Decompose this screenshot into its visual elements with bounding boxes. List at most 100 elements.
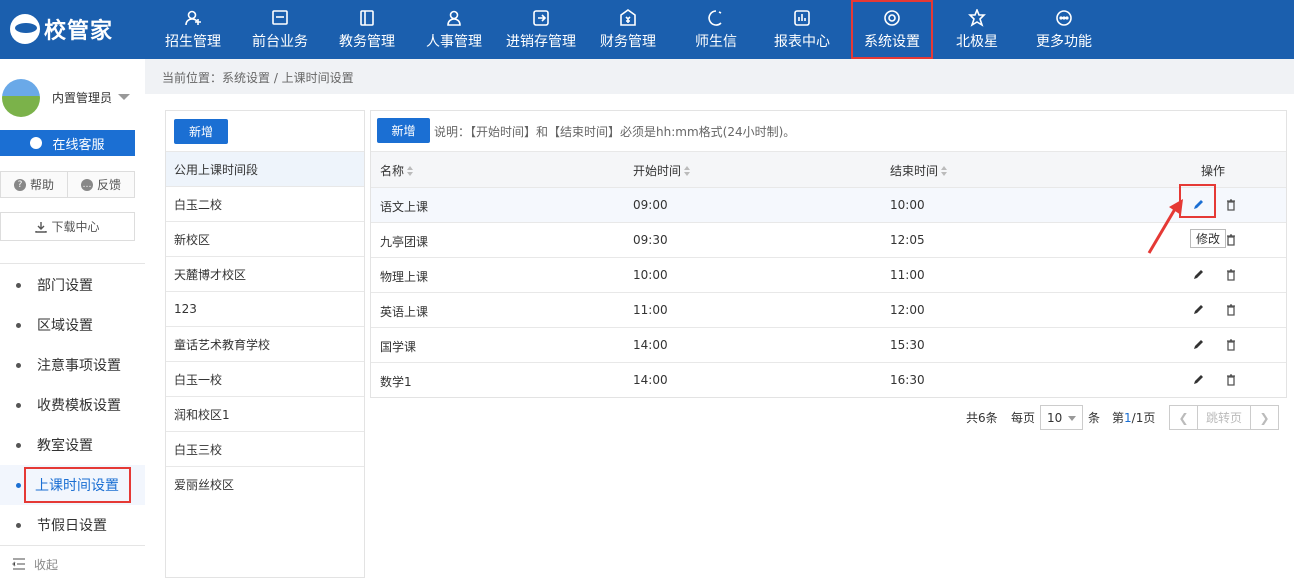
cell-end: 16:30	[890, 373, 925, 387]
nav-item-messaging[interactable]: 师生信	[686, 0, 746, 59]
list-item[interactable]: 白玉一校	[166, 361, 364, 396]
delete-icon[interactable]	[1224, 233, 1238, 247]
pointer-arrow-icon	[1147, 199, 1183, 254]
cell-name: 国学课	[380, 340, 417, 354]
collapse-label: 收起	[34, 557, 59, 572]
prev-page-button[interactable]: ❮	[1169, 405, 1198, 430]
next-page-button[interactable]: ❯	[1250, 405, 1279, 430]
user-name: 内置管理员	[52, 91, 113, 105]
table-header: 名称 开始时间 结束时间 操作	[371, 151, 1286, 187]
nav-item-hr[interactable]: 人事管理	[424, 0, 484, 59]
delete-icon[interactable]	[1224, 373, 1238, 387]
star-icon	[968, 8, 986, 27]
edit-tooltip: 修改	[1190, 229, 1226, 248]
nav-item-inventory[interactable]: 进销存管理	[503, 0, 579, 59]
sidebar-item-label: 收费模板设置	[37, 398, 121, 414]
person-icon	[445, 9, 463, 27]
cell-name: 九亭团课	[380, 235, 429, 249]
per-page-select[interactable]: 10	[1040, 405, 1083, 430]
chevron-down-icon[interactable]	[118, 94, 130, 100]
download-center-button[interactable]: 下载中心	[0, 212, 135, 241]
delete-icon[interactable]	[1224, 303, 1238, 317]
sidebar-item-notices[interactable]: 注意事项设置	[0, 345, 145, 385]
sidebar-item-class-time[interactable]: 上课时间设置	[0, 465, 145, 505]
nav-item-academic[interactable]: 教务管理	[337, 0, 397, 59]
sidebar-item-label: 上课时间设置	[24, 467, 131, 503]
nav-item-settings[interactable]: 系统设置	[851, 0, 933, 59]
column-name-header[interactable]: 名称	[380, 162, 414, 179]
feedback-label: 反馈	[96, 178, 121, 192]
brand-name: 校管家	[44, 19, 114, 44]
format-note: 说明：【开始时间】和【结束时间】必须是hh:mm格式(24小时制)。	[434, 125, 796, 139]
sidebar-item-region[interactable]: 区域设置	[0, 305, 145, 345]
nav-item-finance[interactable]: 财务管理	[598, 0, 658, 59]
cell-name: 英语上课	[380, 305, 429, 319]
nav-item-enrollment[interactable]: 招生管理	[163, 0, 223, 59]
delete-icon[interactable]	[1224, 268, 1238, 282]
sort-icon[interactable]	[407, 165, 414, 176]
list-item[interactable]: 新校区	[166, 221, 364, 256]
book-icon	[358, 9, 376, 27]
nav-label: 前台业务	[252, 33, 308, 50]
add-campus-button[interactable]: 新增	[174, 119, 228, 144]
list-item[interactable]: 123	[166, 291, 364, 326]
cell-name: 物理上课	[380, 270, 429, 284]
list-item[interactable]: 天麓博才校区	[166, 256, 364, 291]
per-page-label: 每页	[1011, 411, 1036, 425]
column-end-header[interactable]: 结束时间	[890, 162, 948, 179]
list-item[interactable]: 公用上课时间段	[166, 151, 364, 186]
nav-label: 教务管理	[339, 33, 395, 50]
add-time-button[interactable]: 新增	[377, 118, 430, 143]
brand-logo[interactable]: 校管家	[10, 12, 113, 46]
collapse-button[interactable]: 收起	[0, 545, 145, 582]
sidebar-item-label: 部门设置	[37, 278, 93, 294]
list-item[interactable]: 白玉二校	[166, 186, 364, 221]
sort-icon[interactable]	[684, 165, 691, 176]
jump-page-input[interactable]: 跳转页	[1197, 405, 1251, 430]
cell-start: 09:30	[633, 233, 668, 247]
user-profile[interactable]: 内置管理员	[0, 75, 145, 117]
nav-item-polaris[interactable]: 北极星	[954, 0, 1000, 59]
sidebar-item-department[interactable]: 部门设置	[0, 265, 145, 305]
column-ops-header: 操作	[1201, 164, 1226, 178]
breadcrumb: 当前位置：系统设置 / 上课时间设置	[162, 71, 354, 85]
nav-item-reports[interactable]: 报表中心	[772, 0, 832, 59]
edit-icon[interactable]	[1191, 373, 1205, 387]
nav-item-front-desk[interactable]: 前台业务	[250, 0, 310, 59]
total-count: 共6条	[966, 411, 998, 425]
delete-icon[interactable]	[1224, 338, 1238, 352]
sidebar-item-label: 区域设置	[37, 318, 93, 334]
collapse-icon	[12, 558, 25, 570]
chevron-right-icon: ❯	[1259, 410, 1270, 425]
header-label: 名称	[380, 164, 405, 178]
list-item[interactable]: 白玉三校	[166, 431, 364, 466]
feedback-button[interactable]: … 反馈	[67, 171, 135, 198]
chat-icon	[30, 137, 43, 149]
nav-item-more[interactable]: 更多功能	[1033, 0, 1095, 59]
list-item[interactable]: 润和校区1	[166, 396, 364, 431]
nav-label: 招生管理	[165, 33, 221, 50]
nav-label: 进销存管理	[506, 33, 576, 50]
list-item[interactable]: 爱丽丝校区	[166, 466, 364, 501]
online-service-label: 在线客服	[52, 137, 105, 153]
bullet-icon	[16, 482, 21, 488]
delete-icon[interactable]	[1224, 198, 1238, 212]
help-button[interactable]: ? 帮助	[0, 171, 68, 198]
edit-icon[interactable]	[1191, 338, 1205, 352]
sidebar-item-label: 注意事项设置	[37, 358, 121, 374]
bullet-icon	[16, 402, 21, 408]
nav-label: 师生信	[695, 33, 737, 50]
logo-icon	[10, 14, 40, 44]
download-label: 下载中心	[51, 220, 100, 234]
chevron-left-icon: ❮	[1178, 410, 1189, 425]
sort-icon[interactable]	[941, 165, 948, 176]
edit-icon[interactable]	[1191, 303, 1205, 317]
edit-icon[interactable]	[1191, 268, 1205, 282]
sidebar-item-fee-template[interactable]: 收费模板设置	[0, 385, 145, 425]
per-page-unit: 条	[1088, 411, 1101, 425]
online-service-button[interactable]: 在线客服	[0, 130, 135, 156]
sidebar-item-classroom[interactable]: 教室设置	[0, 425, 145, 465]
list-item[interactable]: 童话艺术教育学校	[166, 326, 364, 361]
sidebar-item-holiday[interactable]: 节假日设置	[0, 505, 145, 545]
column-start-header[interactable]: 开始时间	[633, 162, 691, 179]
